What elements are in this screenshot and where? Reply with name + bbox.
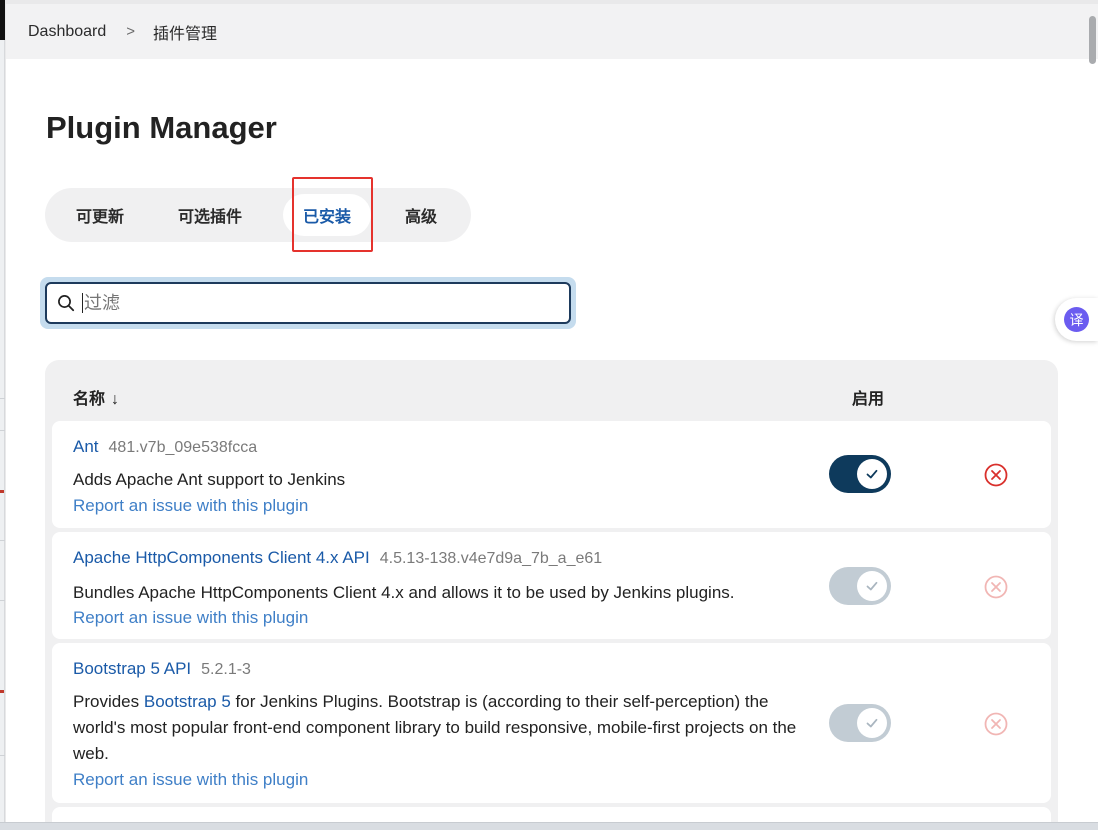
tab-available[interactable]: 可选插件	[147, 194, 273, 236]
report-issue-link[interactable]: Report an issue with this plugin	[73, 608, 308, 628]
uninstall-icon	[984, 712, 1008, 736]
column-header-enabled[interactable]: 启用	[852, 385, 884, 409]
plugin-name-ant: Ant 481.v7b_09e538fcca	[73, 437, 257, 457]
plugin-name-link[interactable]: Ant	[73, 437, 99, 456]
check-icon	[857, 459, 887, 489]
sort-arrow-icon: ↓	[111, 391, 120, 408]
annotation-highlight-box	[292, 177, 373, 252]
divider	[0, 600, 5, 601]
enable-toggle-disabled	[829, 704, 891, 742]
page-title: Plugin Manager	[46, 110, 277, 145]
plugin-description: Adds Apache Ant support to Jenkins	[73, 470, 346, 489]
divider	[0, 755, 5, 756]
search-box[interactable]	[45, 282, 571, 324]
divider	[0, 398, 5, 399]
uninstall-icon	[984, 575, 1008, 599]
divider	[0, 430, 5, 431]
table-row: Ant 481.v7b_09e538fcca Adds Apache Ant su…	[52, 421, 1051, 528]
translate-icon: 译	[1064, 307, 1089, 332]
text-cursor	[82, 293, 83, 313]
plugins-table: 名称 ↓ 启用 Ant 481.v7b_09e538fcca Adds Apache…	[45, 360, 1058, 822]
scrollbar-thumb[interactable]	[1089, 16, 1096, 64]
plugin-description: Bundles Apache HttpComponents Client 4.x…	[73, 583, 735, 602]
table-row: Apache HttpComponents Client 4.x API 4.5.…	[52, 532, 1051, 639]
translate-button[interactable]: 译	[1055, 298, 1098, 341]
plugin-name-link[interactable]: Bootstrap 5 API	[73, 659, 191, 678]
taskbar-edge	[0, 822, 1098, 830]
search-input[interactable]	[84, 292, 484, 314]
breadcrumb-dashboard[interactable]: Dashboard	[28, 23, 106, 41]
plugin-version: 4.5.13-138.v4e7d9a_7b_a_e61	[379, 550, 603, 567]
background-window-fragment	[0, 0, 5, 40]
enable-toggle-disabled	[829, 567, 891, 605]
table-row: Bootstrap 5 API 5.2.1-3 Provides Bootstra…	[52, 643, 1051, 803]
divider	[0, 540, 5, 541]
tab-advanced[interactable]: 高级	[371, 194, 471, 236]
enable-toggle[interactable]	[829, 455, 891, 493]
table-row	[52, 807, 1051, 822]
breadcrumb-plugin-manager[interactable]: 插件管理	[153, 20, 217, 44]
search-icon	[58, 295, 75, 312]
column-header-name[interactable]: 名称 ↓	[73, 385, 119, 409]
jenkins-window: Dashboard > 插件管理 Plugin Manager 可更新 可选插件…	[6, 4, 1098, 822]
column-header-name-label: 名称	[73, 391, 106, 408]
plugin-name-bootstrap: Bootstrap 5 API 5.2.1-3	[73, 659, 251, 679]
plugin-version: 481.v7b_09e538fcca	[108, 439, 258, 456]
report-issue-link[interactable]: Report an issue with this plugin	[73, 496, 308, 516]
plugin-name-link[interactable]: Apache HttpComponents Client 4.x API	[73, 548, 370, 567]
plugin-version: 5.2.1-3	[201, 661, 251, 678]
breadcrumb: Dashboard > 插件管理	[6, 4, 1098, 59]
report-issue-link[interactable]: Report an issue with this plugin	[73, 770, 308, 790]
background-marker	[0, 690, 4, 693]
uninstall-icon[interactable]	[983, 462, 1009, 488]
plugin-description: Provides Bootstrap 5 for Jenkins Plugins…	[73, 689, 813, 767]
description-prefix: Provides	[73, 692, 144, 711]
search-focus-ring	[40, 277, 576, 329]
plugin-name-httpcomponents: Apache HttpComponents Client 4.x API 4.5.…	[73, 548, 602, 568]
chevron-right-icon: >	[126, 23, 136, 40]
background-marker	[0, 490, 4, 493]
bootstrap-link[interactable]: Bootstrap 5	[144, 692, 231, 711]
tab-updates[interactable]: 可更新	[53, 194, 147, 236]
check-icon	[857, 571, 887, 601]
check-icon	[857, 708, 887, 738]
tab-bar: 可更新 可选插件 已安装 高级	[45, 188, 471, 242]
background-window-edge	[0, 0, 5, 830]
